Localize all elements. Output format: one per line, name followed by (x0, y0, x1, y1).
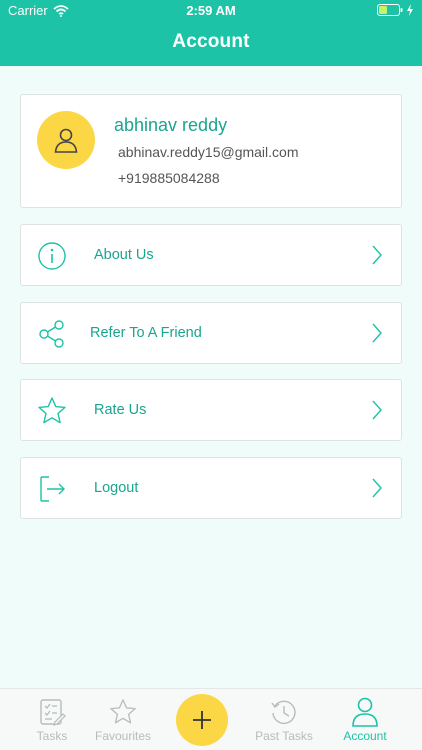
avatar[interactable] (37, 111, 95, 169)
tasks-icon (37, 697, 67, 727)
app-header: Carrier 2:59 AM Account (0, 0, 422, 66)
profile-card[interactable]: abhinav reddy abhinav.reddy15@gmail.com … (20, 94, 402, 208)
menu-item-rate-us[interactable]: Rate Us (20, 379, 402, 441)
add-task-button[interactable] (176, 694, 228, 746)
profile-email: abhinav.reddy15@gmail.com (118, 144, 299, 160)
logout-icon (35, 472, 69, 506)
tab-account[interactable]: Account (325, 689, 405, 750)
menu-label-about-us: About Us (94, 247, 154, 263)
charging-bolt-icon (407, 4, 413, 16)
menu-label-logout: Logout (94, 480, 139, 496)
plus-icon (193, 711, 211, 729)
tab-tasks[interactable]: Tasks (12, 689, 92, 750)
battery-icon (377, 4, 403, 16)
profile-phone: +919885084288 (118, 170, 220, 186)
menu-item-about-us[interactable]: About Us (20, 224, 402, 286)
tab-label-account: Account (343, 729, 387, 743)
profile-name: abhinav reddy (114, 115, 228, 135)
tab-favourites[interactable]: Favourites (83, 689, 163, 750)
tab-label-tasks: Tasks (36, 729, 68, 743)
tab-label-past-tasks: Past Tasks (255, 729, 313, 743)
account-content: abhinav reddy abhinav.reddy15@gmail.com … (0, 66, 422, 686)
user-icon (54, 128, 78, 153)
chevron-right-icon (372, 400, 382, 420)
menu-item-logout[interactable]: Logout (20, 457, 402, 519)
battery-indicator (377, 4, 414, 16)
status-time: 2:59 AM (186, 3, 236, 18)
history-icon (269, 697, 299, 727)
chevron-right-icon (372, 245, 382, 265)
tab-past-tasks[interactable]: Past Tasks (244, 689, 324, 750)
tab-bar: Tasks Favourites Past Tasks Account (0, 688, 422, 750)
star-icon (35, 394, 69, 428)
tab-label-favourites: Favourites (94, 729, 152, 743)
menu-label-refer-friend: Refer To A Friend (90, 325, 202, 341)
share-icon (35, 317, 69, 351)
menu-label-rate-us: Rate Us (94, 402, 147, 418)
user-icon (350, 697, 380, 727)
info-icon (35, 239, 69, 273)
chevron-right-icon (372, 478, 382, 498)
star-icon (108, 697, 138, 727)
chevron-right-icon (372, 323, 382, 343)
status-bar: Carrier 2:59 AM (0, 0, 422, 22)
page-title: Account (172, 31, 250, 52)
menu-item-refer-friend[interactable]: Refer To A Friend (20, 302, 402, 364)
